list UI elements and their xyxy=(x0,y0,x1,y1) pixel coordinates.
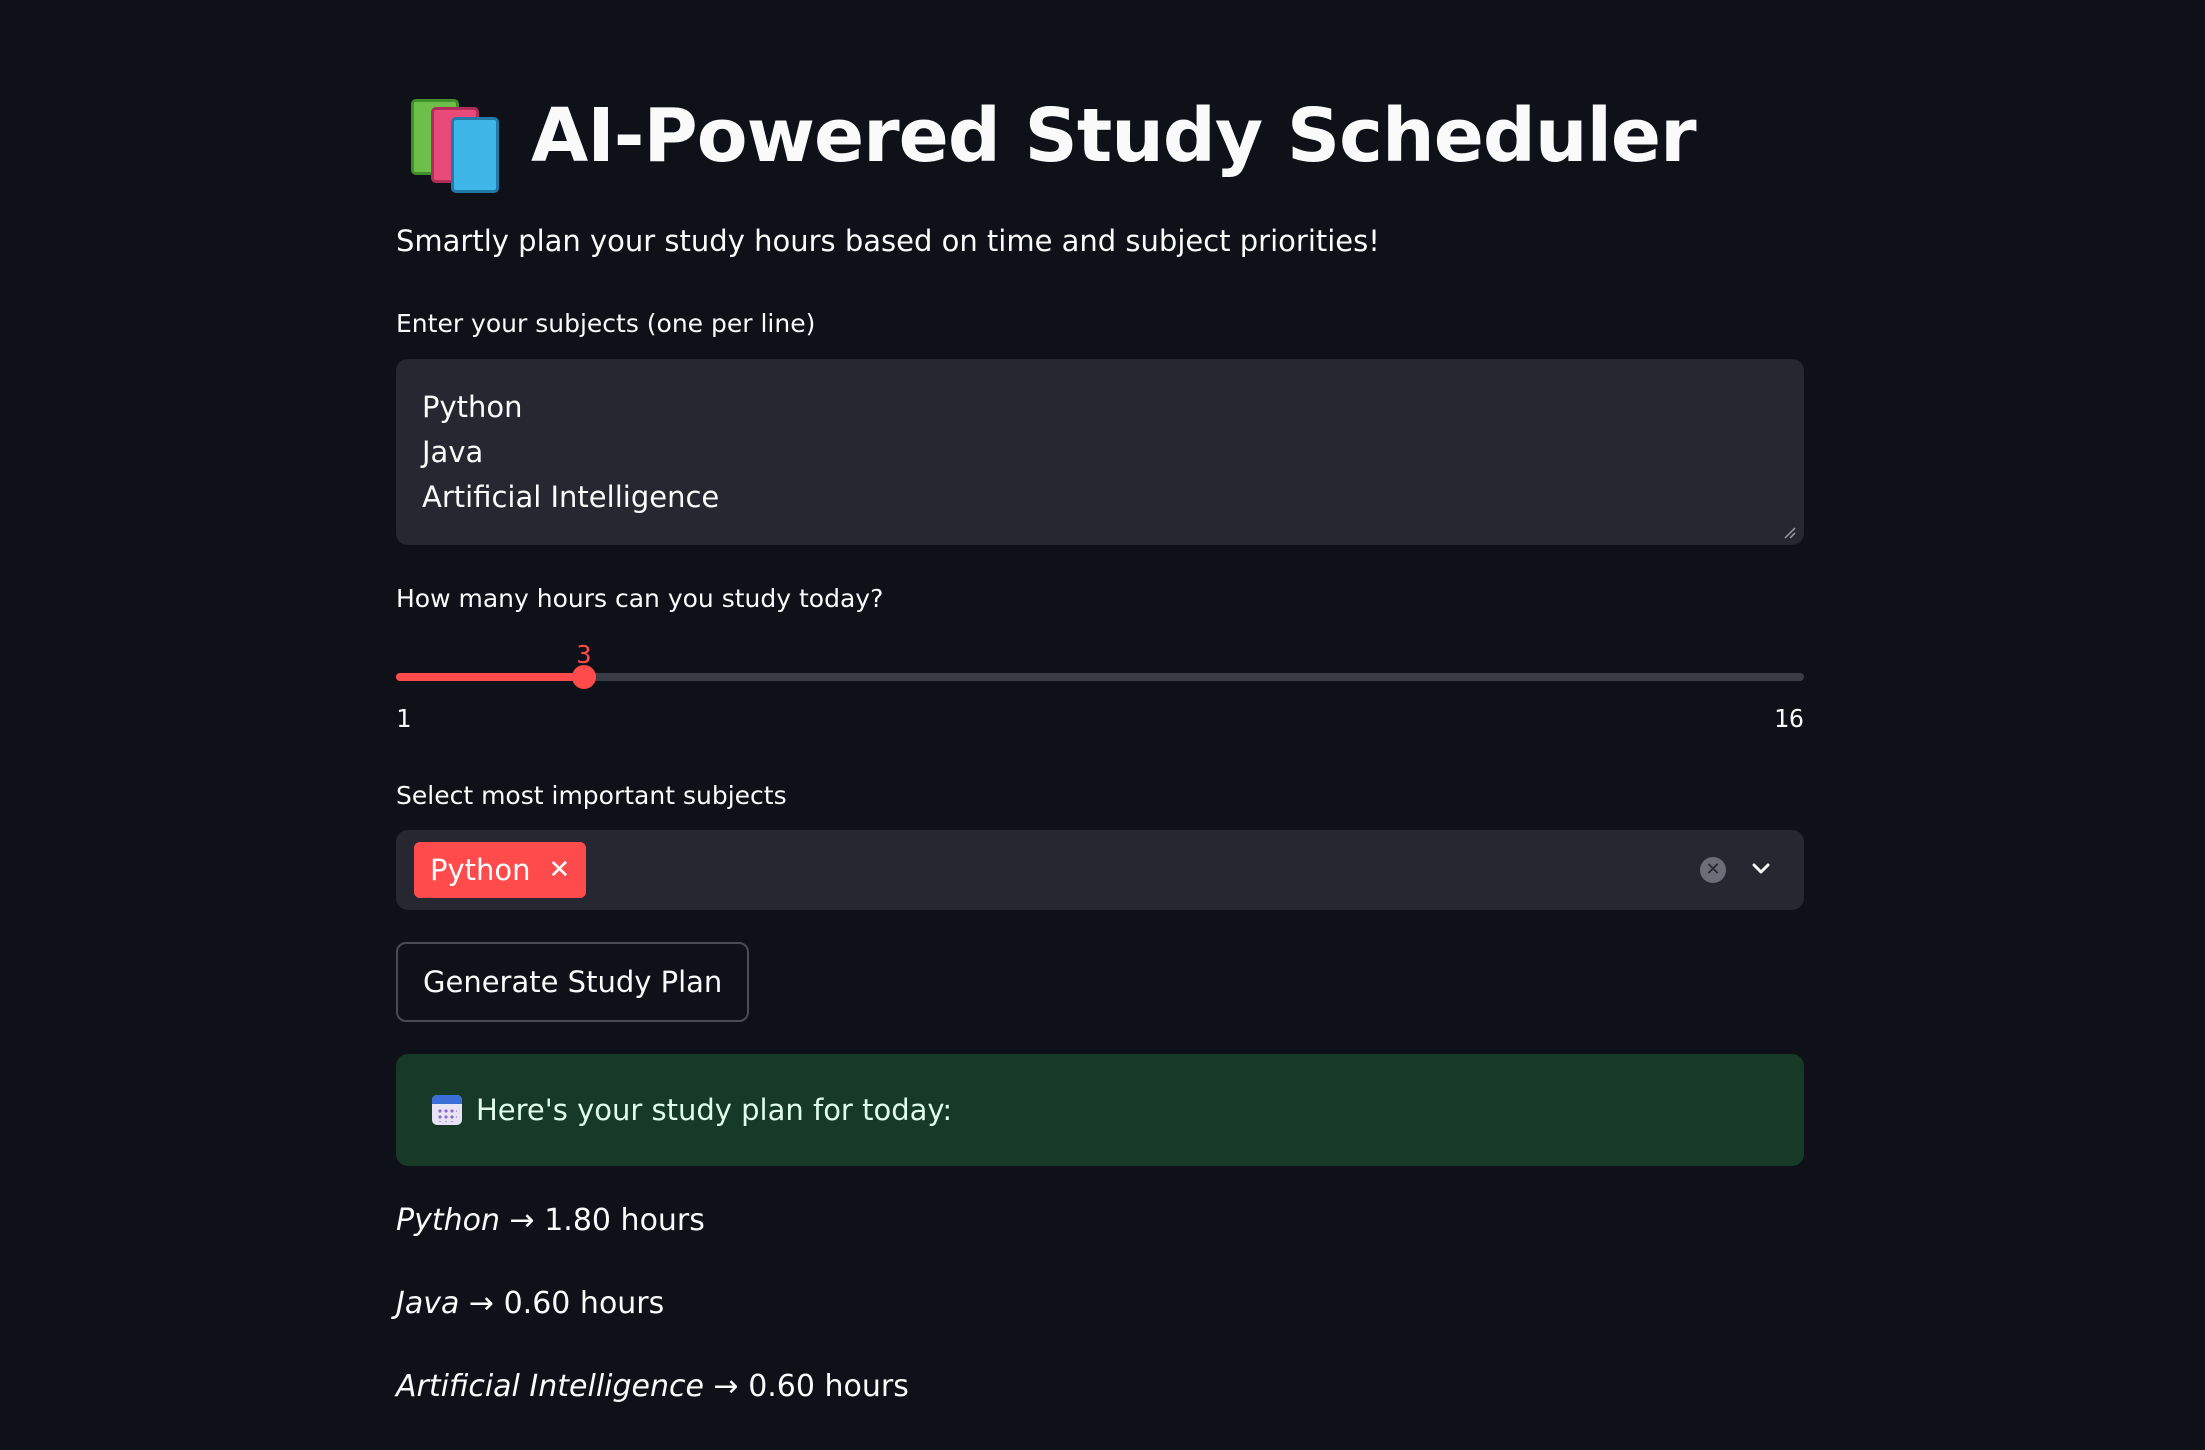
subjects-textarea[interactable]: Python Java Artificial Intelligence xyxy=(396,359,1804,545)
arrow: → xyxy=(459,1286,504,1321)
subjects-label: Enter your subjects (one per line) xyxy=(396,309,816,338)
plan-item: Java → 0.60 hours xyxy=(396,1286,664,1321)
tag-label: Python xyxy=(430,853,531,887)
subject-line: Python xyxy=(422,390,523,424)
page-subtitle: Smartly plan your study hours based on t… xyxy=(396,224,1380,258)
slider-min-label: 1 xyxy=(396,704,412,733)
generate-study-plan-button[interactable]: Generate Study Plan xyxy=(396,942,750,1022)
success-alert: Here's your study plan for today: xyxy=(396,1054,1804,1166)
slider-track[interactable] xyxy=(396,665,1804,689)
plan-item: Python → 1.80 hours xyxy=(396,1203,705,1238)
hours-slider[interactable]: 3 1 16 xyxy=(396,640,1804,740)
arrow: → xyxy=(500,1203,545,1238)
resize-handle-icon[interactable] xyxy=(1782,525,1796,539)
subject-line: Artificial Intelligence xyxy=(422,480,720,514)
slider-thumb[interactable] xyxy=(572,665,596,689)
arrow: → xyxy=(703,1369,749,1404)
priority-multiselect[interactable]: Python ✕ ✕ xyxy=(396,830,1804,910)
clear-all-icon[interactable]: ✕ xyxy=(1700,857,1726,883)
remove-tag-icon[interactable]: ✕ xyxy=(549,855,571,885)
plan-hours: 0.60 hours xyxy=(503,1286,665,1321)
plan-hours: 0.60 hours xyxy=(748,1369,909,1404)
hours-label: How many hours can you study today? xyxy=(396,584,884,613)
plan-item: Artificial Intelligence → 0.60 hours xyxy=(396,1369,909,1404)
plan-subject: Artificial Intelligence xyxy=(396,1369,704,1404)
calendar-icon xyxy=(432,1095,462,1125)
page-header: AI-Powered Study Scheduler xyxy=(411,84,1697,193)
slider-max-label: 16 xyxy=(1773,704,1804,733)
priority-label: Select most important subjects xyxy=(396,781,787,810)
alert-message: Here's your study plan for today: xyxy=(476,1093,953,1127)
plan-subject: Python xyxy=(396,1203,500,1238)
subject-line: Java xyxy=(422,435,484,469)
books-icon xyxy=(411,91,501,193)
slider-fill xyxy=(396,673,584,681)
page-title: AI-Powered Study Scheduler xyxy=(531,93,1697,179)
chevron-down-icon[interactable] xyxy=(1748,856,1774,882)
plan-subject: Java xyxy=(396,1286,460,1321)
selected-tag: Python ✕ xyxy=(414,842,587,898)
plan-hours: 1.80 hours xyxy=(544,1203,705,1238)
